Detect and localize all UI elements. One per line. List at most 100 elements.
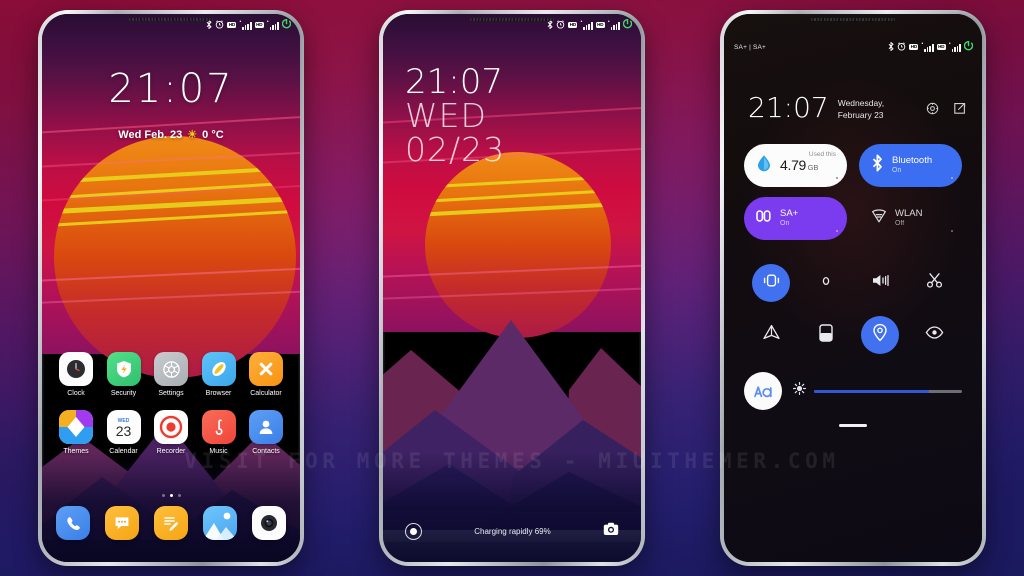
brightness-slider[interactable] [793,382,962,400]
shield-icon [106,352,141,386]
toggle-reading-mode[interactable] [916,316,954,354]
tile-bluetooth-text: Bluetooth On [892,155,932,175]
app-music[interactable]: Music [197,410,241,455]
toggle-vibrate[interactable] [752,264,791,302]
toggle-silent[interactable] [807,264,845,302]
app-grid: Clock Security Settings Browser Calculat… [50,352,292,455]
phone-icon[interactable] [56,506,90,540]
lock-day-of-week: WED [405,96,487,136]
phone-screen-control-center[interactable]: SA+ | SA+ HD • HD • 21:07 Wednesday, Feb… [724,14,982,562]
hd-icon: HD [595,21,605,28]
music-note-icon [201,410,236,444]
signal-bars-icon: • [267,20,279,30]
app-themes[interactable]: Themes [54,410,98,455]
data-usage-value: 4.79 [780,157,807,174]
messages-icon[interactable] [105,506,139,540]
edit-tiles-icon[interactable] [953,102,966,120]
sun-icon: ☀ [187,128,198,141]
calendar-day-number: 23 [115,422,132,439]
tile-bluetooth[interactable]: Bluetooth On [859,144,962,187]
tile-subtitle: On [892,166,902,174]
control-center-header: 21:07 Wednesday, February 23 [748,94,966,122]
signal-bars-icon: • [239,20,252,30]
auto-brightness-icon[interactable] [744,372,782,410]
bluetooth-icon [871,154,884,177]
earpiece-speaker [811,18,895,21]
app-label: Calculator [250,390,282,397]
sim-icon [756,209,772,228]
app-security[interactable]: Security [102,352,146,397]
brightness-fill [814,389,930,393]
person-icon [249,410,283,444]
phone-screen-lock[interactable]: HD • HD • 21:07 WED 02/23 Charging rapid… [383,14,641,562]
tile-wlan[interactable]: WLAN Off [859,197,962,240]
home-clock: 21:07 [108,66,234,112]
page-dot[interactable] [177,494,181,497]
camera-icon[interactable] [252,506,286,540]
phone-frame-home: HD • HD • 21:07 Wed Feb. 23 ☀ 0 °C Clock [38,10,304,566]
flashlight-icon[interactable] [405,522,422,540]
gallery-icon[interactable] [203,506,237,540]
toggle-sound[interactable] [861,264,899,302]
app-calendar[interactable]: WED 23 Calendar [102,410,146,455]
themes-icon [59,410,93,444]
battery-charging-icon [622,18,633,32]
settings-gear-icon[interactable] [926,102,939,120]
notes-icon[interactable] [154,506,188,540]
app-clock[interactable]: Clock [54,352,98,397]
lock-date: 02/23 [405,129,506,169]
lock-bottom-bar: Charging rapidly 69% [383,514,641,548]
home-temperature: 0 °C [202,129,224,141]
home-date-text: Wed Feb. 23 [118,129,183,141]
signal-bars-icon: • [580,20,593,30]
data-usage-value-group: 4.79 GB [780,157,818,173]
home-date-weather: Wed Feb. 23 ☀ 0 °C [42,129,300,141]
charging-status: Charging rapidly 69% [474,526,551,536]
tile-sa-plus[interactable]: SA+ On [744,197,847,240]
app-browser[interactable]: Browser [197,352,241,397]
signal-bars-icon: • [921,42,934,52]
cc-header-actions [926,94,966,120]
page-indicator [42,494,300,497]
toggle-airplane[interactable] [752,316,790,354]
tile-title: SA+ [780,208,799,220]
signal-bars-icon: • [608,20,620,30]
browser-icon [201,352,236,386]
toggle-location[interactable] [861,316,900,354]
calendar-icon: WED 23 [106,410,141,444]
tile-data-usage[interactable]: Used this 4.79 GB [744,144,847,187]
earpiece-speaker [129,18,213,21]
data-drop-icon [756,154,772,177]
toggle-screenshot[interactable] [916,264,954,302]
hd-icon: HD [909,43,919,50]
tile-sa-text: SA+ On [780,208,799,228]
brightness-track[interactable] [814,389,962,393]
app-label: Calendar [109,448,138,455]
carrier-label: SA+ | SA+ [734,43,767,51]
page-dot-active[interactable] [169,494,173,497]
camera-icon[interactable] [603,522,619,541]
eye-icon [925,326,944,344]
quick-settings-tiles: Used this 4.79 GB Bluetooth On SA+ On WL… [744,144,962,240]
gear-icon [154,352,188,386]
toggle-rotation[interactable] [807,316,845,354]
airplane-icon [762,324,781,346]
app-label: Contacts [252,448,280,455]
phone-frame-lock: HD • HD • 21:07 WED 02/23 Charging rapid… [379,10,645,566]
recorder-icon [154,410,188,444]
app-label: Music [209,448,228,455]
app-settings[interactable]: Settings [149,352,193,397]
calculator-icon [249,352,283,386]
app-calculator[interactable]: Calculator [244,352,288,397]
drag-handle[interactable] [839,424,867,427]
phone-screen-home[interactable]: HD • HD • 21:07 Wed Feb. 23 ☀ 0 °C Clock [42,14,300,562]
app-recorder[interactable]: Recorder [149,410,193,455]
data-usage-label: Used this [808,151,836,158]
page-dot[interactable] [161,494,165,497]
app-contacts[interactable]: Contacts [244,410,288,455]
brightness-row [744,372,962,410]
tile-subtitle: Off [895,219,905,227]
app-label: Settings [158,390,184,397]
clock-icon [59,352,93,386]
scissors-icon [926,272,943,294]
